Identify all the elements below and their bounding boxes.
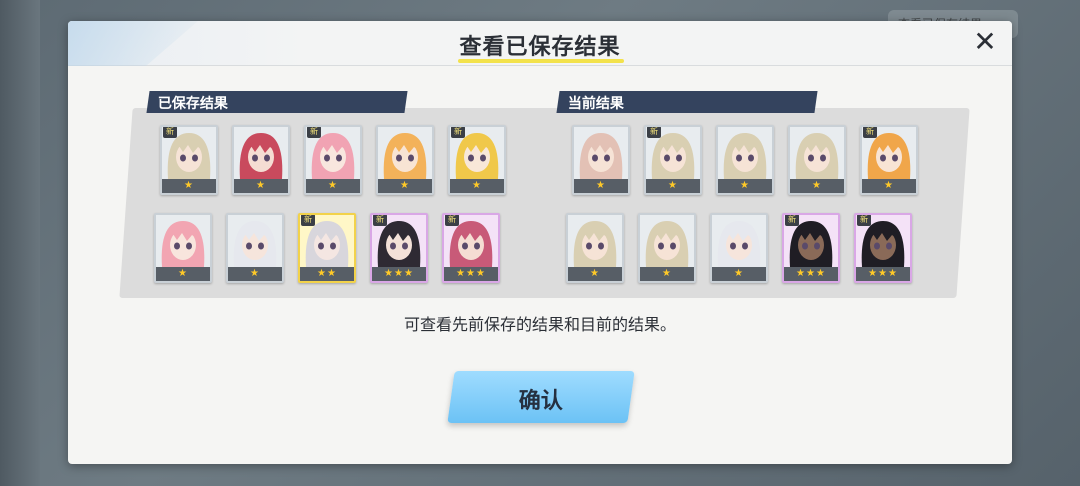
background-left-glass — [0, 0, 40, 486]
character-card[interactable]: ★★ 新 — [298, 213, 356, 283]
character-card[interactable]: ★★★ 新 — [782, 213, 840, 283]
new-badge: 新 — [163, 127, 177, 138]
character-card[interactable]: ★ — [710, 213, 768, 283]
current-results-label-text: 当前结果 — [567, 96, 624, 112]
character-card[interactable]: ★★★ 新 — [370, 213, 428, 283]
character-portrait — [161, 221, 205, 267]
character-portrait — [723, 133, 767, 179]
new-badge: 新 — [863, 127, 877, 138]
saved-results-label: 已保存结果 — [146, 91, 408, 113]
rarity-stars: ★ — [156, 267, 210, 281]
character-card[interactable]: ★★★ 新 — [442, 213, 500, 283]
character-card[interactable]: ★ 新 — [160, 125, 218, 195]
rarity-stars: ★ — [790, 179, 844, 193]
rarity-stars: ★ — [712, 267, 766, 281]
new-badge: 新 — [301, 215, 315, 226]
character-portrait — [239, 133, 283, 179]
character-card[interactable]: ★ — [788, 125, 846, 195]
rarity-stars: ★ — [228, 267, 282, 281]
character-card[interactable]: ★ — [566, 213, 624, 283]
character-card[interactable]: ★ — [716, 125, 774, 195]
character-card[interactable]: ★ — [638, 213, 696, 283]
saved-results-dialog: 查看已保存结果 ✕ 已保存结果 当前结果 ★ 新 ★ ★ 新 ★ ★ 新 ★ ★ ★★ 新 ★★★ 新 ★★… — [68, 21, 1012, 464]
character-card[interactable]: ★ — [154, 213, 212, 283]
rarity-stars: ★★★ — [372, 267, 426, 281]
new-badge: 新 — [857, 215, 871, 226]
character-portrait — [573, 221, 617, 267]
character-card[interactable]: ★★★ 新 — [854, 213, 912, 283]
new-badge: 新 — [373, 215, 387, 226]
character-portrait — [579, 133, 623, 179]
character-card[interactable]: ★ — [226, 213, 284, 283]
new-badge: 新 — [307, 127, 321, 138]
close-button[interactable]: ✕ — [970, 27, 1000, 57]
rarity-stars: ★ — [234, 179, 288, 193]
rarity-stars: ★ — [718, 179, 772, 193]
rarity-stars: ★★ — [300, 267, 354, 281]
new-badge: 新 — [785, 215, 799, 226]
rarity-stars: ★★★ — [784, 267, 838, 281]
character-card[interactable]: ★ — [376, 125, 434, 195]
character-card[interactable]: ★ — [232, 125, 290, 195]
title-underline — [458, 59, 624, 63]
character-card[interactable]: ★ 新 — [304, 125, 362, 195]
character-card[interactable]: ★ — [572, 125, 630, 195]
rarity-stars: ★ — [306, 179, 360, 193]
saved-results-label-text: 已保存结果 — [157, 96, 228, 112]
new-badge: 新 — [451, 127, 465, 138]
character-card[interactable]: ★ 新 — [448, 125, 506, 195]
confirm-button[interactable]: 确认 — [447, 371, 635, 423]
rarity-stars: ★ — [646, 179, 700, 193]
character-portrait — [645, 221, 689, 267]
rarity-stars: ★ — [568, 267, 622, 281]
rarity-stars: ★ — [378, 179, 432, 193]
character-portrait — [383, 133, 427, 179]
new-badge: 新 — [445, 215, 459, 226]
confirm-button-label: 确认 — [518, 389, 563, 414]
new-badge: 新 — [647, 127, 661, 138]
current-results-label: 当前结果 — [556, 91, 818, 113]
rarity-stars: ★ — [862, 179, 916, 193]
rarity-stars: ★★★ — [444, 267, 498, 281]
character-portrait — [795, 133, 839, 179]
dialog-title: 查看已保存结果 — [459, 35, 621, 60]
rarity-stars: ★★★ — [856, 267, 910, 281]
dialog-header: 查看已保存结果 ✕ — [68, 21, 1012, 66]
rarity-stars: ★ — [450, 179, 504, 193]
rarity-stars: ★ — [574, 179, 628, 193]
character-portrait — [233, 221, 277, 267]
character-portrait — [717, 221, 761, 267]
character-card[interactable]: ★ 新 — [644, 125, 702, 195]
character-card[interactable]: ★ 新 — [860, 125, 918, 195]
rarity-stars: ★ — [162, 179, 216, 193]
dialog-caption: 可查看先前保存的结果和目前的结果。 — [403, 315, 676, 334]
rarity-stars: ★ — [640, 267, 694, 281]
